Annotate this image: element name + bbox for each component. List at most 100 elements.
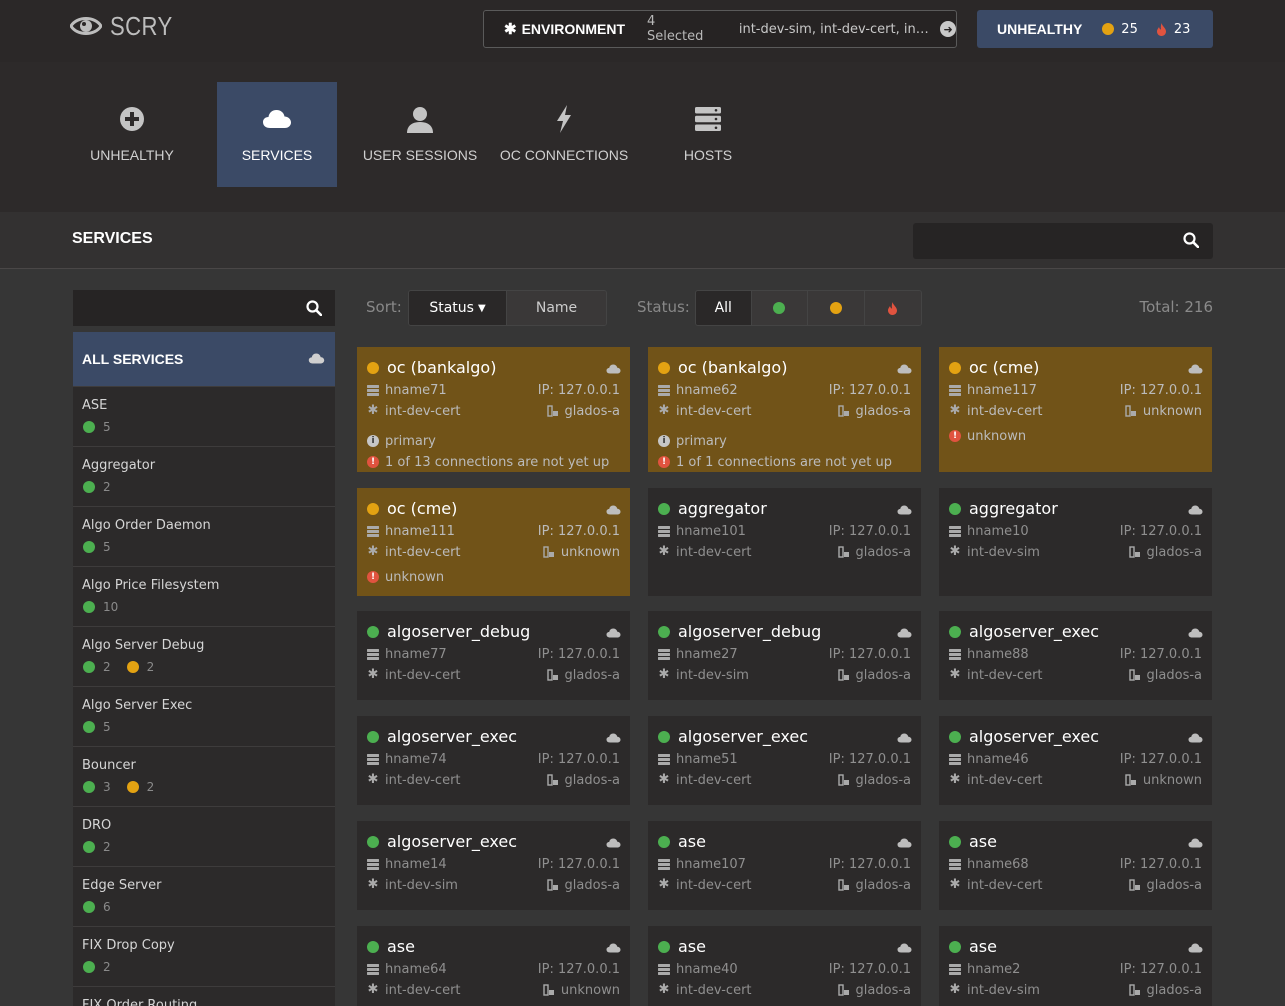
filter-warning-button[interactable] (808, 291, 865, 325)
sidebar-item[interactable]: Algo Price Filesystem 10 (73, 566, 335, 626)
environment-name: int-dev-cert (676, 544, 752, 560)
cloud-icon (263, 110, 291, 128)
service-card[interactable]: ase hname2 IP: 127.0.0.1 ✱ int-dev-sim gl… (939, 926, 1212, 1006)
server-icon (658, 384, 670, 396)
nav-user-sessions[interactable]: USER SESSIONS (360, 82, 480, 187)
service-name: algoserver_exec (969, 622, 1100, 641)
service-card[interactable]: algoserver_exec hname51 IP: 127.0.0.1 ✱ i… (648, 716, 921, 805)
cloud-icon (1188, 728, 1203, 747)
cloud-icon (897, 359, 912, 378)
service-name: algoserver_exec (387, 727, 518, 746)
service-name: aggregator (678, 499, 767, 518)
host-name: hname62 (676, 382, 738, 398)
filter-all-button[interactable]: All (696, 291, 752, 325)
service-card[interactable]: algoserver_exec hname74 IP: 127.0.0.1 ✱ i… (357, 716, 630, 805)
service-card[interactable]: oc (bankalgo) hname71 IP: 127.0.0.1 ✱ int… (357, 347, 630, 472)
search-icon[interactable] (1183, 232, 1200, 252)
cloud-icon (897, 623, 912, 642)
environment-selector[interactable]: ✱ ENVIRONMENT 4 Selected int-dev-sim, in… (483, 10, 957, 48)
host-name: hname77 (385, 646, 447, 662)
service-card[interactable]: oc (cme) hname117 IP: 127.0.0.1 ✱ int-dev… (939, 347, 1212, 472)
node-icon (546, 774, 559, 786)
nav-unhealthy[interactable]: UNHEALTHY (72, 82, 192, 187)
service-card[interactable]: aggregator hname10 IP: 127.0.0.1 ✱ int-de… (939, 488, 1212, 596)
sidebar-item[interactable]: Algo Server Exec 5 (73, 686, 335, 746)
host-name: hname101 (676, 523, 746, 539)
node-icon (837, 879, 850, 891)
host-name: hname2 (967, 961, 1021, 977)
host-name: hname46 (967, 751, 1029, 767)
healthy-count: 2 (83, 660, 111, 674)
status-dot-icon (367, 625, 379, 638)
ip-address: IP: 127.0.0.1 (828, 523, 911, 539)
sidebar-search-input[interactable] (73, 290, 335, 326)
service-card[interactable]: algoserver_debug hname77 IP: 127.0.0.1 ✱… (357, 611, 630, 700)
healthy-count: 10 (83, 600, 118, 614)
sidebar-item-all-services[interactable]: ALL SERVICES (73, 332, 335, 386)
node-icon (837, 774, 850, 786)
service-card[interactable]: algoserver_exec hname14 IP: 127.0.0.1 ✱ i… (357, 821, 630, 910)
service-card[interactable]: oc (bankalgo) hname62 IP: 127.0.0.1 ✱ int… (648, 347, 921, 472)
environment-name: int-dev-sim (967, 982, 1040, 998)
asterisk-icon: ✱ (504, 21, 517, 38)
server-icon (367, 963, 379, 975)
service-card[interactable]: aggregator hname101 IP: 127.0.0.1 ✱ int-d… (648, 488, 921, 596)
nav-oc-connections[interactable]: OC CONNECTIONS (500, 82, 628, 187)
warning-dot-icon (1102, 23, 1115, 35)
healthy-dot-icon (83, 661, 95, 673)
service-card[interactable]: algoserver_debug hname27 IP: 127.0.0.1 ✱… (648, 611, 921, 700)
sidebar-item[interactable]: Aggregator 2 (73, 446, 335, 506)
nav-services[interactable]: SERVICES (217, 82, 337, 187)
arrow-right-icon[interactable]: ➜ (940, 21, 956, 37)
sidebar-item[interactable]: Algo Server Debug 2 2 (73, 626, 335, 686)
host-name: hname111 (385, 523, 455, 539)
healthy-dot-icon (773, 302, 786, 314)
filter-critical-button[interactable] (864, 291, 921, 325)
alert-icon: ! (367, 456, 379, 468)
sidebar-item[interactable]: ASE 5 (73, 386, 335, 446)
node-name: glados-a (564, 877, 620, 893)
sort-name-button[interactable]: Name (507, 291, 606, 325)
sidebar-item[interactable]: Edge Server 6 (73, 866, 335, 926)
nav-hosts[interactable]: HOSTS (648, 82, 768, 187)
server-icon (949, 648, 961, 660)
sidebar-item[interactable]: DRO 2 (73, 806, 335, 866)
node-icon (546, 405, 559, 417)
service-card[interactable]: ase hname68 IP: 127.0.0.1 ✱ int-dev-cert … (939, 821, 1212, 910)
environment-name: int-dev-cert (967, 667, 1043, 683)
sidebar-item[interactable]: Bouncer 3 2 (73, 746, 335, 806)
sidebar-item[interactable]: FIX Drop Copy 2 (73, 926, 335, 986)
host-name: hname68 (967, 856, 1029, 872)
status-dot-icon (658, 625, 670, 638)
ip-address: IP: 127.0.0.1 (1119, 523, 1202, 539)
environment-name: int-dev-cert (385, 772, 461, 788)
ip-address: IP: 127.0.0.1 (828, 856, 911, 872)
services-search-input[interactable] (913, 223, 1213, 259)
service-card[interactable]: oc (cme) hname111 IP: 127.0.0.1 ✱ int-dev… (357, 488, 630, 596)
unhealthy-critical-count: 23 (1173, 21, 1191, 37)
sidebar-item-label: ALL SERVICES (82, 351, 184, 367)
service-card[interactable]: ase hname40 IP: 127.0.0.1 ✱ int-dev-cert … (648, 926, 921, 1006)
environment-label: ENVIRONMENT (521, 21, 626, 37)
environment-icon: ✱ (367, 544, 379, 559)
service-card[interactable]: algoserver_exec hname88 IP: 127.0.0.1 ✱ i… (939, 611, 1212, 700)
filter-healthy-button[interactable] (751, 291, 809, 325)
warning-dot-icon (126, 781, 139, 793)
search-icon[interactable] (306, 300, 323, 320)
service-card[interactable]: algoserver_exec hname46 IP: 127.0.0.1 ✱ i… (939, 716, 1212, 805)
sidebar-item[interactable]: Algo Order Daemon 5 (73, 506, 335, 566)
sidebar-item[interactable]: FIX Order Routing (73, 986, 335, 1006)
cloud-icon (897, 938, 912, 957)
unhealthy-summary[interactable]: UNHEALTHY 25 23 (977, 10, 1213, 48)
sort-status-button[interactable]: Status ▼ (409, 291, 508, 325)
service-card[interactable]: ase hname64 IP: 127.0.0.1 ✱ int-dev-cert … (357, 926, 630, 1006)
status-dot-icon (367, 361, 379, 374)
server-icon (658, 648, 670, 660)
host-name: hname40 (676, 961, 738, 977)
logo[interactable]: SCRY (70, 10, 184, 42)
healthy-dot-icon (83, 481, 95, 493)
warning-dot-icon (829, 302, 842, 314)
server-icon (949, 525, 961, 537)
service-card[interactable]: ase hname107 IP: 127.0.0.1 ✱ int-dev-cert… (648, 821, 921, 910)
node-icon (837, 405, 850, 417)
